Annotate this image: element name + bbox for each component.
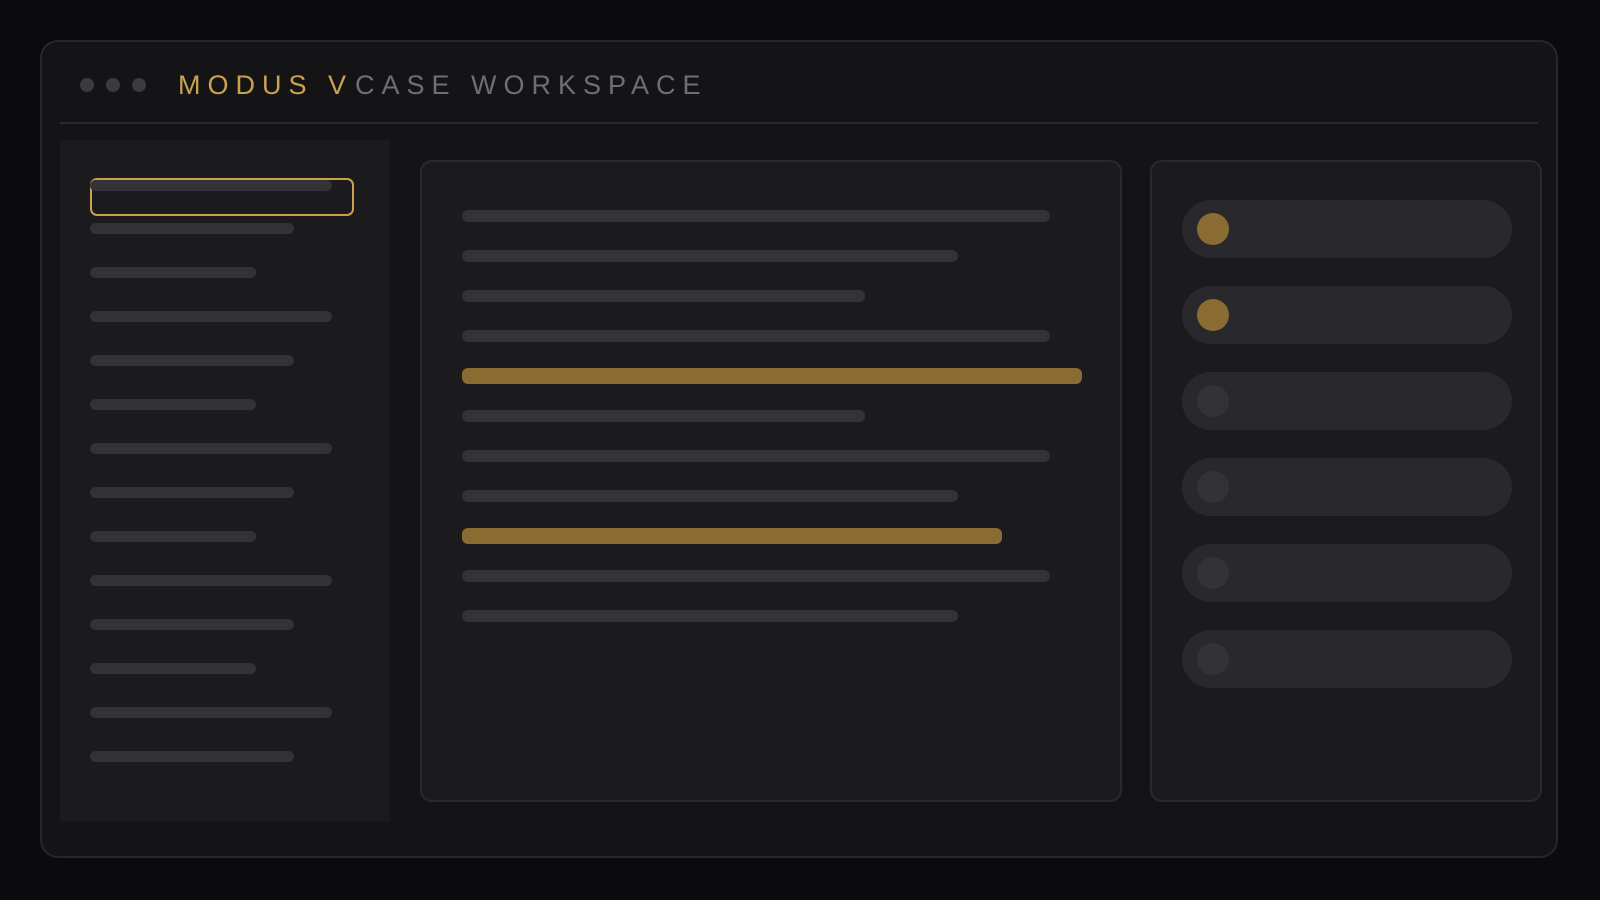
status-indicator-icon[interactable] (1197, 471, 1229, 503)
sidebar-item[interactable] (90, 399, 256, 410)
checklist-item-1[interactable] (1182, 200, 1512, 258)
status-indicator-icon[interactable] (1197, 557, 1229, 589)
status-indicator-icon[interactable] (1197, 299, 1229, 331)
window-dot-2[interactable] (106, 78, 120, 92)
sidebar-item[interactable] (90, 311, 332, 322)
sidebar-item[interactable] (90, 619, 294, 630)
sidebar-item[interactable] (90, 575, 332, 586)
sidebar-item[interactable] (90, 180, 332, 191)
checklist-panel (1150, 160, 1542, 802)
window-dot-3[interactable] (132, 78, 146, 92)
brand-name: MODUS V (178, 70, 354, 100)
window-controls (80, 78, 146, 92)
status-indicator-icon[interactable] (1197, 385, 1229, 417)
checklist-item-3[interactable] (1182, 372, 1512, 430)
sidebar-item[interactable] (90, 355, 294, 366)
checklist-item-2[interactable] (1182, 286, 1512, 344)
document-line (462, 610, 958, 622)
sidebar-item[interactable] (90, 707, 332, 718)
document-line (462, 490, 958, 502)
app-title: MODUS VCASE WORKSPACE (178, 70, 708, 101)
document-line (462, 570, 1050, 582)
status-indicator-icon[interactable] (1197, 643, 1229, 675)
title-bar: MODUS VCASE WORKSPACE (60, 42, 1538, 124)
document-line (462, 450, 1050, 462)
document-line (462, 210, 1050, 222)
document-line (462, 330, 1050, 342)
sidebar-item[interactable] (90, 267, 256, 278)
document-line-highlighted[interactable] (462, 528, 1002, 544)
status-indicator-icon[interactable] (1197, 213, 1229, 245)
checklist-item-4[interactable] (1182, 458, 1512, 516)
sidebar-item[interactable] (90, 487, 294, 498)
app-window: MODUS VCASE WORKSPACE (40, 40, 1558, 858)
checklist-item-6[interactable] (1182, 630, 1512, 688)
document-line (462, 410, 865, 422)
document-line (462, 290, 865, 302)
sidebar-item[interactable] (90, 531, 256, 542)
section-title: CASE WORKSPACE (355, 70, 708, 100)
sidebar (60, 140, 390, 822)
document-line-highlighted[interactable] (462, 368, 1082, 384)
sidebar-item[interactable] (90, 443, 332, 454)
document-panel (420, 160, 1122, 802)
checklist-item-5[interactable] (1182, 544, 1512, 602)
window-dot-1[interactable] (80, 78, 94, 92)
document-line (462, 250, 958, 262)
sidebar-item[interactable] (90, 223, 294, 234)
sidebar-item[interactable] (90, 751, 294, 762)
sidebar-item[interactable] (90, 663, 256, 674)
